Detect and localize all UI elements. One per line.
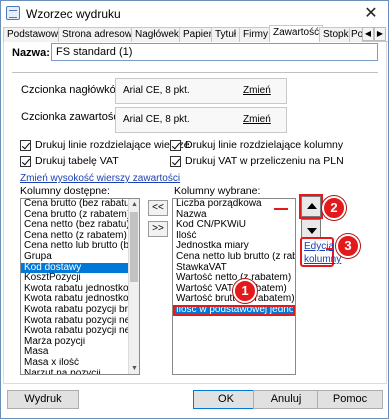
app-icon <box>6 6 20 20</box>
name-label: Nazwa: <box>12 47 50 59</box>
move-up-button[interactable] <box>299 194 323 219</box>
available-column-item[interactable]: Cena brutto (z rabatem) <box>21 210 139 221</box>
arrow-up-icon <box>307 203 317 209</box>
chosen-column-item[interactable]: Jednostka miary <box>173 241 295 252</box>
tab-strona-adresowa[interactable]: Strona adresowa <box>58 27 142 42</box>
scroll-up-arrow-icon[interactable]: ▲ <box>129 199 139 210</box>
available-column-item[interactable]: Grupa <box>21 252 139 263</box>
print-button[interactable]: Wydruk <box>7 390 79 409</box>
available-column-item[interactable]: Kwota rabatu jednostkowego <box>21 294 139 305</box>
vat-table-checkbox[interactable]: Drukuj tabelę VAT <box>20 155 119 168</box>
checkbox-checked-icon <box>170 140 181 151</box>
checkbox-checked-icon <box>20 140 31 151</box>
contents-font-change-link[interactable]: Zmień <box>243 114 271 125</box>
vat-pln-checkbox[interactable]: Drukuj VAT w przeliczeniu na PLN <box>170 155 344 168</box>
close-icon[interactable]: ✕ <box>362 5 380 23</box>
available-column-item[interactable]: Kwota rabatu pozycji netto lub <box>21 326 139 337</box>
available-column-item[interactable]: Kwota rabatu jednostkowego <box>21 284 139 295</box>
edit-column-line1: Edycja <box>304 241 335 252</box>
window-title: Wzorzec wydruku <box>26 7 121 21</box>
name-input[interactable]: FS standard (1) <box>51 43 378 61</box>
edit-column-line2: kolumny <box>304 254 342 265</box>
tab-scroll-left-icon[interactable]: ◀ <box>362 27 374 41</box>
chosen-columns-label: Kolumny wybrane: <box>174 185 261 197</box>
checkbox-checked-icon <box>20 156 31 167</box>
tab-tytul[interactable]: Tytuł <box>211 27 241 42</box>
row-height-link[interactable]: Zmień wysokość wierszy zawartości <box>20 173 180 184</box>
chosen-column-item[interactable]: Wartość netto (z rabatem) <box>173 273 295 284</box>
headers-font-label: Czcionka nagłówków: <box>21 84 127 96</box>
tab-firmy[interactable]: Firmy <box>239 27 272 42</box>
add-column-button[interactable]: << <box>148 200 168 216</box>
available-scrollbar[interactable]: ▲ ▼ <box>128 199 139 374</box>
callout-3-pointer <box>326 248 334 250</box>
tab-strip: Podstawowe Strona adresowa Nagłówek Papi… <box>3 25 388 43</box>
chosen-column-item[interactable]: Ilość w podstawowej jednostce miary <box>173 304 295 316</box>
chosen-column-item[interactable]: Ilość <box>173 231 295 242</box>
title-bar: Wzorzec wydruku ✕ <box>1 1 388 27</box>
checkbox-checked-icon <box>170 156 181 167</box>
available-column-item[interactable]: KosztPozycji <box>21 273 139 284</box>
available-column-item[interactable]: Kwota rabatu pozycji brutto <box>21 305 139 316</box>
available-column-item[interactable]: Cena netto (z rabatem) <box>21 231 139 242</box>
col-lines-label: Drukuj linie rozdzielające kolumny <box>185 139 344 151</box>
help-button[interactable]: Pomoc <box>317 390 383 409</box>
chosen-column-item[interactable]: StawkaVAT <box>173 263 295 274</box>
available-column-item[interactable]: Marża pozycji <box>21 337 139 348</box>
ok-button[interactable]: OK <box>193 390 259 409</box>
scroll-down-arrow-icon[interactable]: ▼ <box>129 363 139 374</box>
vat-pln-label: Drukuj VAT w przeliczeniu na PLN <box>185 155 344 167</box>
headers-font-box: Arial CE, 8 pkt. Zmień <box>115 78 287 104</box>
available-column-item[interactable]: Cena netto (bez rabatu) <box>21 220 139 231</box>
scroll-thumb[interactable] <box>130 212 138 282</box>
chosen-column-item[interactable]: Cena netto lub brutto (z rabatem) <box>173 252 295 263</box>
contents-font-box: Arial CE, 8 pkt. Zmień <box>115 107 287 133</box>
headers-font-change-link[interactable]: Zmień <box>243 85 271 96</box>
callout-2: 2 <box>322 196 346 220</box>
available-column-item[interactable]: Cena brutto (bez rabatu) <box>21 199 139 210</box>
col-lines-checkbox[interactable]: Drukuj linie rozdzielające kolumny <box>170 139 343 152</box>
available-column-item[interactable]: Masa x ilość <box>21 358 139 369</box>
tab-scroll-right-icon[interactable]: ▶ <box>374 27 386 41</box>
tab-zawartosc[interactable]: Zawartość <box>269 25 324 43</box>
tab-naglowek[interactable]: Nagłówek <box>131 27 183 42</box>
row-lines-checkbox[interactable]: Drukuj linie rozdzielające wiersze <box>20 139 190 152</box>
row-lines-label: Drukuj linie rozdzielające wiersze <box>35 139 190 151</box>
chosen-column-item[interactable]: Kod CN/PKWiU <box>173 220 295 231</box>
available-column-item[interactable]: Narzut na pozycji <box>21 369 139 375</box>
cancel-button[interactable]: Anuluj <box>253 390 319 409</box>
remove-column-button[interactable]: >> <box>148 221 168 237</box>
available-column-item[interactable]: Kod dostawy <box>21 262 139 274</box>
headers-font-value: Arial CE, 8 pkt. <box>123 85 190 96</box>
vat-table-label: Drukuj tabelę VAT <box>35 155 119 167</box>
chosen-column-item[interactable]: Nazwa <box>173 210 295 221</box>
contents-font-value: Arial CE, 8 pkt. <box>123 114 190 125</box>
separator <box>12 72 378 73</box>
available-column-item[interactable]: Kwota rabatu pozycji netto <box>21 316 139 327</box>
available-column-item[interactable]: Masa <box>21 347 139 358</box>
callout-1: 1 <box>233 279 257 303</box>
callout-2-pointer <box>274 208 288 210</box>
available-columns-list[interactable]: Cena brutto (bez rabatu) Cena brutto (z r… <box>20 198 140 375</box>
tab-pomoc[interactable]: Pomoc <box>349 27 363 42</box>
callout-3: 3 <box>336 234 360 258</box>
edit-column-link[interactable]: Edycja kolumny <box>300 237 341 267</box>
arrow-down-icon <box>307 228 317 234</box>
available-column-item[interactable]: Cena netto lub brutto (bez rabatu) <box>21 241 139 252</box>
print-template-window: Wzorzec wydruku ✕ Podstawowe Strona adre… <box>0 0 389 419</box>
contents-font-label: Czcionka zawartości: <box>21 111 125 123</box>
available-columns-label: Kolumny dostępne: <box>20 185 110 197</box>
